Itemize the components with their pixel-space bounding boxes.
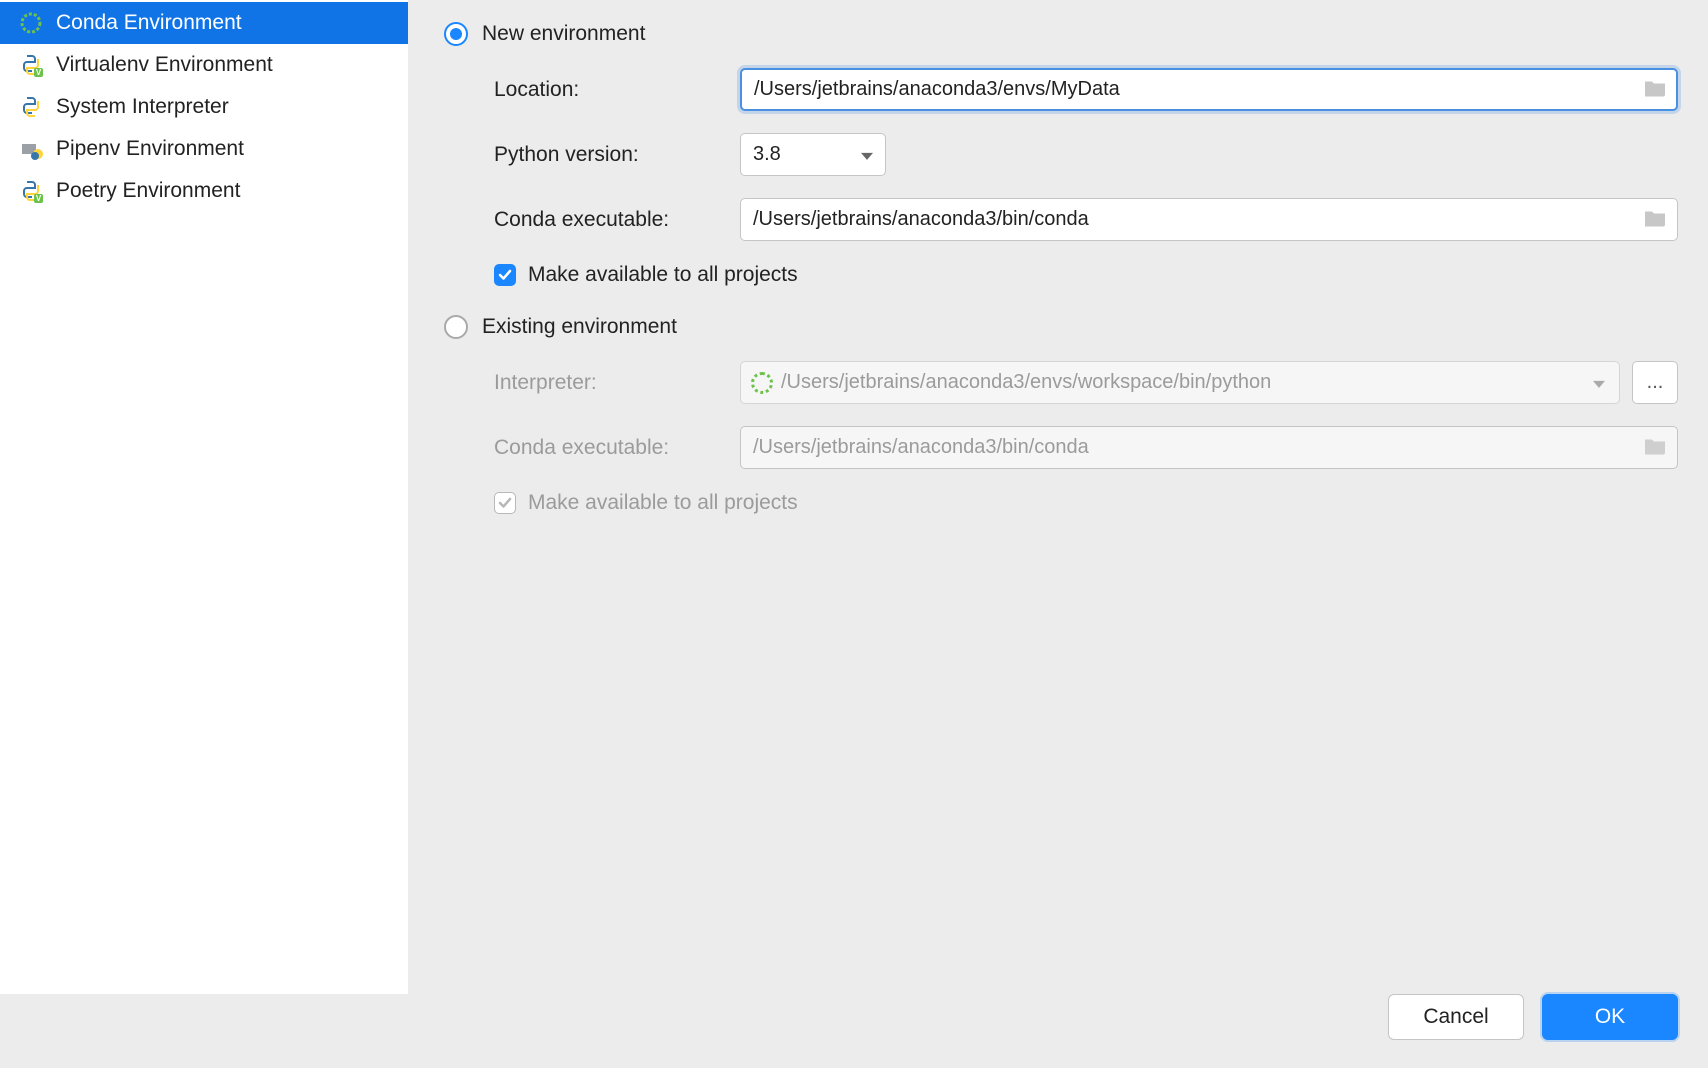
sidebar-item-conda[interactable]: Conda Environment <box>0 2 408 44</box>
cancel-button[interactable]: Cancel <box>1388 994 1524 1040</box>
sidebar-item-system[interactable]: System Interpreter <box>0 86 408 128</box>
row-location: Location: <box>494 68 1678 111</box>
sidebar-item-pipenv[interactable]: Pipenv Environment <box>0 128 408 170</box>
row-conda-exe: Conda executable: <box>494 198 1678 241</box>
button-label: Cancel <box>1423 1005 1488 1029</box>
make-available-label: Make available to all projects <box>528 491 798 515</box>
python-icon <box>18 94 44 120</box>
row-make-available[interactable]: Make available to all projects <box>494 263 1678 287</box>
conda-icon <box>18 10 44 36</box>
interpreter-controls: /Users/jetbrains/anaconda3/envs/workspac… <box>740 361 1678 404</box>
sidebar-item-poetry[interactable]: V Poetry Environment <box>0 170 408 212</box>
conda-exe-label: Conda executable: <box>494 208 740 232</box>
conda-exe-input-wrap <box>740 198 1678 241</box>
interpreter-select[interactable]: /Users/jetbrains/anaconda3/envs/workspac… <box>740 361 1620 404</box>
sidebar-item-virtualenv[interactable]: V Virtualenv Environment <box>0 44 408 86</box>
row-make-available-existing[interactable]: Make available to all projects <box>494 491 1678 515</box>
interpreter-type-sidebar: Conda Environment V Virtualenv Environme… <box>0 0 408 994</box>
location-input[interactable] <box>740 68 1678 111</box>
radio-checked-icon <box>444 22 468 46</box>
button-label: OK <box>1595 1005 1625 1029</box>
python-v-icon: V <box>18 178 44 204</box>
ellipsis-icon: ... <box>1647 371 1664 394</box>
svg-text:V: V <box>36 194 42 203</box>
existing-environment-section: Interpreter: /Users/jetbrains/anaconda3/… <box>444 361 1678 515</box>
main-panel: New environment Location: Python version… <box>408 0 1708 994</box>
dialog-content: Conda Environment V Virtualenv Environme… <box>0 0 1708 994</box>
radio-new-environment[interactable]: New environment <box>444 22 1678 46</box>
interpreter-browse-button[interactable]: ... <box>1632 361 1678 404</box>
svg-text:V: V <box>36 68 42 77</box>
sidebar-item-label: System Interpreter <box>56 95 229 119</box>
dialog-footer: Cancel OK <box>0 994 1708 1068</box>
row-existing-conda-exe: Conda executable: <box>494 426 1678 469</box>
radio-existing-environment[interactable]: Existing environment <box>444 315 1678 339</box>
add-interpreter-dialog: Conda Environment V Virtualenv Environme… <box>0 0 1708 1068</box>
conda-exe-input[interactable] <box>740 198 1678 241</box>
sidebar-item-label: Poetry Environment <box>56 179 240 203</box>
sidebar-item-label: Pipenv Environment <box>56 137 244 161</box>
radio-unchecked-icon <box>444 315 468 339</box>
existing-conda-exe-input[interactable] <box>740 426 1678 469</box>
browse-folder-icon[interactable] <box>1644 78 1666 101</box>
radio-label: New environment <box>482 22 645 46</box>
make-available-label: Make available to all projects <box>528 263 798 287</box>
python-version-select[interactable]: 3.8 <box>740 133 886 176</box>
row-python-version: Python version: 3.8 <box>494 133 1678 176</box>
python-v-icon: V <box>18 52 44 78</box>
checkbox-checked-icon <box>494 264 516 286</box>
interpreter-value: /Users/jetbrains/anaconda3/envs/workspac… <box>781 371 1271 394</box>
interpreter-label: Interpreter: <box>494 371 740 395</box>
sidebar-item-label: Conda Environment <box>56 11 242 35</box>
browse-folder-icon[interactable] <box>1644 208 1666 231</box>
loading-spinner-icon <box>751 372 773 394</box>
radio-label: Existing environment <box>482 315 677 339</box>
pipenv-icon <box>18 136 44 162</box>
sidebar-item-label: Virtualenv Environment <box>56 53 273 77</box>
location-label: Location: <box>494 78 740 102</box>
python-version-label: Python version: <box>494 143 740 167</box>
ok-button[interactable]: OK <box>1542 994 1678 1040</box>
conda-exe-label: Conda executable: <box>494 436 740 460</box>
existing-conda-exe-wrap <box>740 426 1678 469</box>
location-input-wrap <box>740 68 1678 111</box>
select-value: 3.8 <box>753 143 781 166</box>
new-environment-section: Location: Python version: 3.8 Co <box>444 68 1678 287</box>
checkbox-disabled-checked-icon <box>494 492 516 514</box>
row-interpreter: Interpreter: /Users/jetbrains/anaconda3/… <box>494 361 1678 404</box>
browse-folder-icon[interactable] <box>1644 436 1666 459</box>
